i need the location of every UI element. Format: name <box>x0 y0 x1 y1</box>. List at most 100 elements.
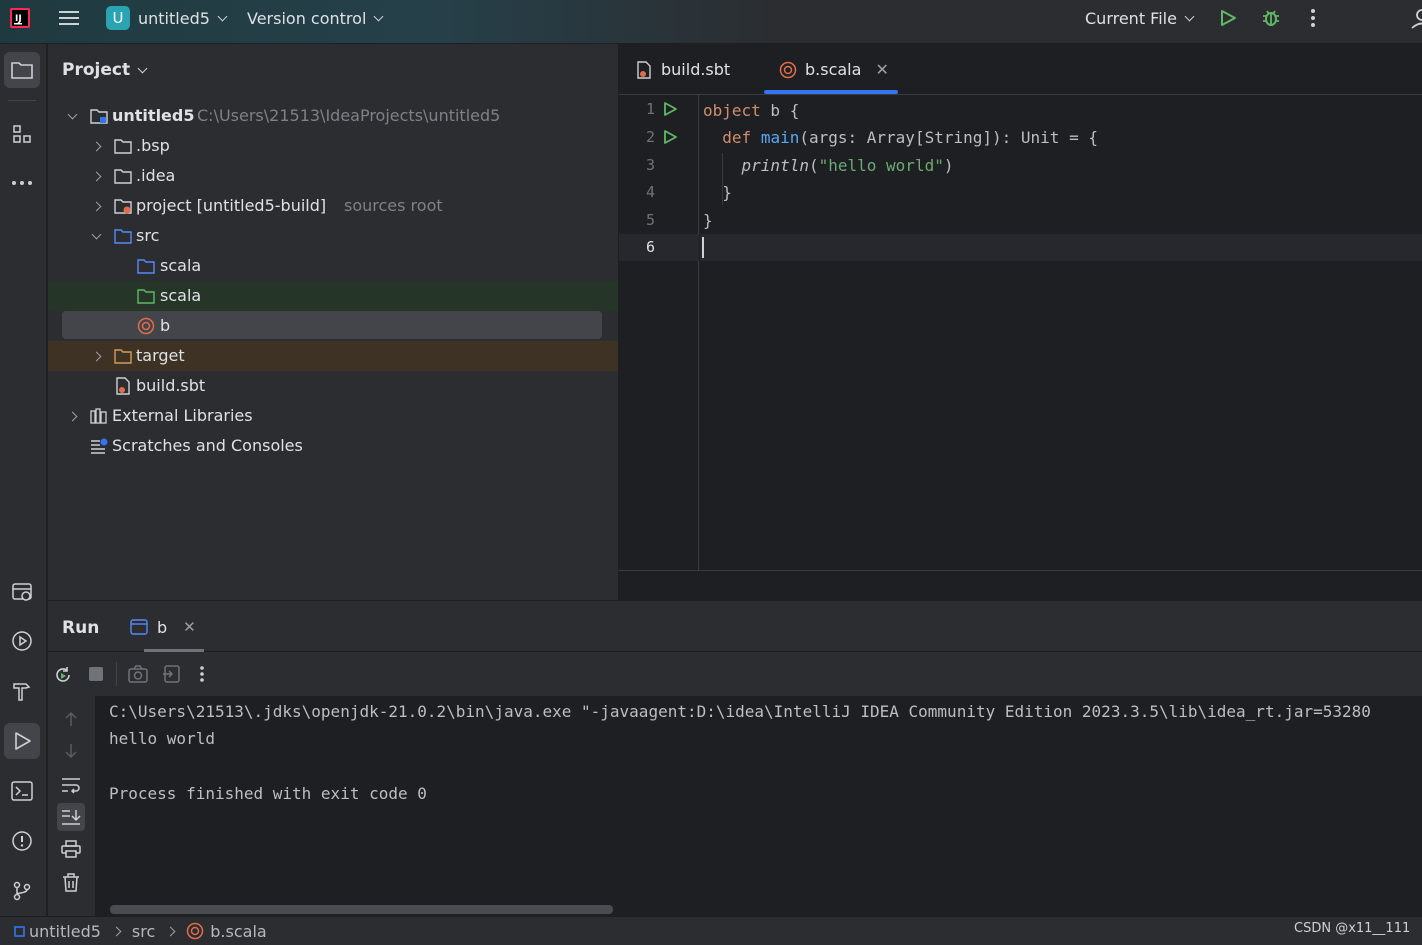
module-icon <box>14 925 25 937</box>
tree-node-idea[interactable]: .idea <box>48 161 618 191</box>
scala-object-icon <box>187 922 204 940</box>
chevron-right-icon[interactable] <box>89 191 103 221</box>
intellij-logo-icon[interactable]: IJ <box>10 0 30 36</box>
toolbar-divider <box>8 100 36 101</box>
tab-b-scala[interactable]: b.scala ✕ <box>779 44 889 95</box>
tree-label: untitled5 <box>112 106 195 125</box>
tree-node-scala-source[interactable]: scala <box>48 251 618 281</box>
code-line-1: object b { <box>703 101 800 120</box>
run-circle-icon <box>12 631 32 651</box>
chevron-down-icon[interactable] <box>65 101 79 131</box>
code-line-2: def main(args: Array[String]): Unit = { <box>722 128 1098 147</box>
bug-icon <box>1263 10 1279 26</box>
gutter-run-icon[interactable] <box>662 101 678 117</box>
line-number: 1 <box>645 100 655 118</box>
current-line-highlight <box>700 234 1422 261</box>
folder-icon <box>11 62 33 79</box>
breadcrumb-project[interactable]: untitled5 <box>29 922 101 941</box>
tree-node-untitled5[interactable]: untitled5 C:\Users\21513\IdeaProjects\un… <box>48 101 618 131</box>
play-icon <box>1221 10 1236 26</box>
folder-icon <box>114 139 132 154</box>
run-tab-b[interactable]: b ✕ <box>130 613 196 641</box>
print-icon[interactable] <box>61 840 81 858</box>
gutter-run-icon[interactable] <box>662 129 678 145</box>
chevron-right-icon[interactable] <box>89 161 103 191</box>
horizontal-scrollbar[interactable] <box>110 905 613 914</box>
tree-label: .idea <box>136 166 176 185</box>
arrow-up-icon[interactable] <box>62 710 80 728</box>
structure-tool-button[interactable] <box>4 116 40 152</box>
tree-label: target <box>136 346 185 365</box>
trash-icon[interactable] <box>62 873 80 892</box>
sbt-module-folder-icon <box>114 199 132 214</box>
run-tab-label: b <box>157 617 168 637</box>
rerun-icon[interactable] <box>53 665 73 685</box>
console-line: C:\Users\21513\.jdks\openjdk-21.0.2\bin\… <box>109 702 1371 721</box>
scroll-to-end-button[interactable] <box>57 803 85 831</box>
tree-node-target[interactable]: target <box>48 341 618 371</box>
tree-node-bsp[interactable]: .bsp <box>48 131 618 161</box>
stop-icon[interactable] <box>88 666 104 682</box>
close-icon[interactable]: ✕ <box>875 60 888 79</box>
chevron-right-icon[interactable] <box>89 341 103 371</box>
services-tool-button[interactable] <box>4 574 40 610</box>
git-tool-button[interactable] <box>4 873 40 909</box>
tree-node-b[interactable]: b <box>48 311 618 341</box>
run-button[interactable] <box>1219 0 1237 36</box>
project-view-selector[interactable]: Project <box>62 58 148 82</box>
text-caret <box>702 237 704 258</box>
tree-node-scratches[interactable]: Scratches and Consoles <box>48 431 618 461</box>
line-number: 2 <box>645 128 655 146</box>
excluded-folder-icon <box>114 349 132 364</box>
terminal-tool-button[interactable] <box>4 773 40 809</box>
run-tool-button[interactable] <box>4 723 40 759</box>
run-services-button[interactable] <box>4 623 40 659</box>
tree-label: Scratches and Consoles <box>112 436 303 455</box>
exit-icon[interactable] <box>162 665 180 683</box>
hamburger-icon <box>59 11 79 25</box>
chevron-right-icon[interactable] <box>89 131 103 161</box>
tree-node-scala-test[interactable]: scala <box>48 281 618 311</box>
build-tool-button[interactable] <box>4 673 40 709</box>
tree-node-project-build[interactable]: project [untitled5-build] sources root <box>48 191 618 221</box>
editor-tab-bar: build.sbt b.scala ✕ <box>619 44 1422 95</box>
run-console[interactable]: C:\Users\21513\.jdks\openjdk-21.0.2\bin\… <box>95 696 1422 916</box>
run-config-selector[interactable]: Current File <box>1085 0 1195 36</box>
account-button[interactable] <box>1408 0 1422 36</box>
tree-node-external-libraries[interactable]: External Libraries <box>48 401 618 431</box>
vcs-menu[interactable]: Version control <box>247 0 384 36</box>
run-panel-header: Run b ✕ <box>48 600 1422 652</box>
more-tools-button[interactable] <box>4 165 40 201</box>
problems-tool-button[interactable] <box>4 823 40 859</box>
project-switcher[interactable]: U untitled5 <box>106 0 228 36</box>
line-number: 5 <box>645 211 655 229</box>
code-editor[interactable]: object b { def main(args: Array[String])… <box>700 95 1422 570</box>
hammer-icon <box>13 683 31 701</box>
soft-wrap-icon[interactable] <box>61 776 81 794</box>
chevron-right-icon[interactable] <box>65 401 79 431</box>
main-menu-button[interactable] <box>58 0 80 36</box>
tree-node-build-sbt[interactable]: build.sbt <box>48 371 618 401</box>
breadcrumb-src[interactable]: src <box>132 922 155 941</box>
scala-object-icon <box>137 317 155 335</box>
chevron-down-icon[interactable] <box>89 221 103 251</box>
breadcrumb-file[interactable]: b.scala <box>210 922 266 941</box>
more-vertical-icon[interactable] <box>198 665 206 683</box>
vcs-label: Version control <box>247 8 367 28</box>
breadcrumb: untitled5 src b.scala <box>14 920 267 942</box>
arrow-down-icon[interactable] <box>62 742 80 760</box>
project-tool-button[interactable] <box>4 52 40 88</box>
line-number: 3 <box>645 156 655 174</box>
tab-build-sbt[interactable]: build.sbt <box>635 44 730 95</box>
close-icon[interactable]: ✕ <box>183 618 196 636</box>
camera-icon[interactable] <box>128 665 148 683</box>
debug-button[interactable] <box>1261 0 1281 36</box>
folder-icon <box>114 229 132 244</box>
chevron-down-icon <box>1184 11 1195 21</box>
console-line: hello world <box>109 729 215 748</box>
tree-label: .bsp <box>136 136 170 155</box>
tree-node-src[interactable]: src <box>48 221 618 251</box>
console-line: Process finished with exit code 0 <box>109 784 427 803</box>
code-line-4: } <box>722 183 732 202</box>
more-actions-button[interactable] <box>1309 0 1317 36</box>
